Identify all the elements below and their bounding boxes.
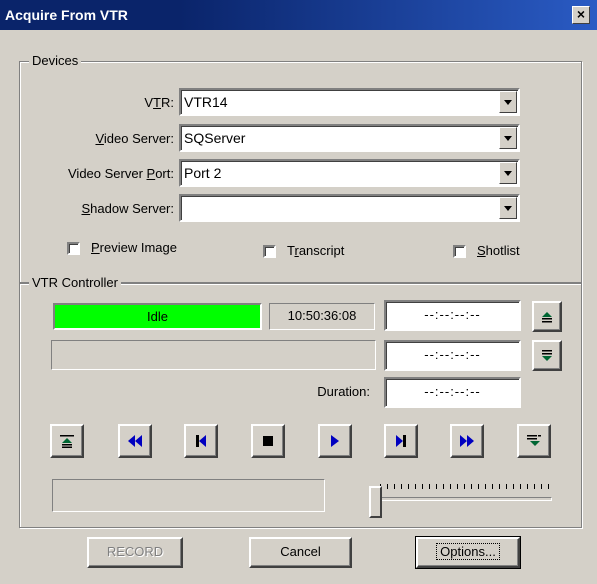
eject-in-icon (60, 435, 74, 448)
mark-out-timecode-value: --:--:--:-- (424, 347, 481, 362)
shadow-server-select[interactable] (179, 194, 520, 222)
duration-timecode-value: --:--:--:-- (424, 384, 481, 399)
devices-group-title: Devices (29, 53, 82, 68)
mark-in-icon (542, 311, 552, 322)
mark-in-button[interactable] (532, 301, 562, 332)
video-server-dropdown-button[interactable] (499, 127, 517, 149)
window-title: Acquire From VTR (5, 7, 128, 23)
play-button[interactable] (318, 424, 352, 458)
duration-label: Duration: (317, 384, 370, 399)
chevron-down-icon (504, 136, 512, 141)
stop-icon (263, 436, 273, 446)
title-bar[interactable]: Acquire From VTR × (0, 0, 597, 30)
eject-out-icon (527, 435, 541, 446)
slider-track (372, 497, 552, 501)
video-server-port-value: Port 2 (184, 165, 222, 181)
mark-out-icon (542, 349, 552, 361)
eject-out-button[interactable] (517, 424, 551, 458)
next-frame-icon (396, 435, 406, 447)
shuttle-slider[interactable] (368, 476, 553, 520)
vtr-label: VTR: (144, 95, 174, 110)
record-button[interactable]: RECORD (87, 537, 183, 568)
record-button-label: RECORD (106, 544, 164, 559)
vtr-status-indicator: Idle (53, 303, 262, 330)
mark-out-button[interactable] (532, 340, 562, 371)
cancel-button[interactable]: Cancel (249, 537, 352, 568)
preview-image-checkbox[interactable] (67, 242, 80, 255)
acquire-from-vtr-dialog: Acquire From VTR × Devices VTR: VTR14 Vi… (0, 0, 597, 584)
shadow-server-dropdown-button[interactable] (499, 197, 517, 219)
video-server-label: Video Server: (95, 131, 174, 146)
rewind-button[interactable] (118, 424, 152, 458)
tape-info-display (51, 340, 376, 370)
preview-image-label[interactable]: Preview Image (91, 240, 177, 255)
transcript-checkbox[interactable] (263, 245, 276, 258)
vtr-select[interactable]: VTR14 (179, 88, 520, 116)
previous-frame-button[interactable] (184, 424, 218, 458)
fast-forward-icon (460, 435, 474, 447)
play-icon (331, 435, 339, 447)
duration-timecode-field[interactable]: --:--:--:-- (384, 377, 521, 408)
shotlist-label[interactable]: Shotlist (477, 243, 520, 258)
stop-button[interactable] (251, 424, 285, 458)
shotlist-checkbox[interactable] (453, 245, 466, 258)
mark-in-timecode-field[interactable]: --:--:--:-- (384, 300, 521, 331)
mark-in-timecode-value: --:--:--:-- (424, 307, 481, 322)
eject-in-button[interactable] (50, 424, 84, 458)
options-button-label: Options... (436, 543, 500, 560)
chevron-down-icon (504, 171, 512, 176)
video-server-port-select[interactable]: Port 2 (179, 159, 520, 187)
video-server-port-dropdown-button[interactable] (499, 162, 517, 184)
fast-forward-button[interactable] (450, 424, 484, 458)
cancel-button-label: Cancel (280, 544, 321, 559)
current-timecode: 10:50:36:08 (269, 303, 375, 330)
vtr-dropdown-button[interactable] (499, 91, 517, 113)
video-server-port-label: Video Server Port: (68, 166, 174, 181)
vtr-value: VTR14 (184, 94, 228, 110)
transcript-label[interactable]: Transcript (287, 243, 344, 258)
previous-frame-icon (196, 435, 206, 447)
message-display (52, 479, 325, 512)
options-button[interactable]: Options... (415, 536, 521, 569)
shadow-server-label: Shadow Server: (81, 201, 175, 216)
chevron-down-icon (504, 100, 512, 105)
video-server-value: SQServer (184, 130, 246, 146)
slider-thumb[interactable] (369, 486, 382, 518)
slider-ticks (380, 484, 552, 489)
vtr-status-text: Idle (147, 309, 168, 324)
rewind-icon (128, 435, 142, 447)
close-button[interactable]: × (572, 6, 590, 24)
close-icon: × (576, 6, 586, 22)
current-timecode-text: 10:50:36:08 (287, 308, 357, 323)
vtr-controller-group-title: VTR Controller (29, 275, 121, 290)
video-server-select[interactable]: SQServer (179, 124, 520, 152)
next-frame-button[interactable] (384, 424, 418, 458)
mark-out-timecode-field[interactable]: --:--:--:-- (384, 340, 521, 371)
chevron-down-icon (504, 206, 512, 211)
